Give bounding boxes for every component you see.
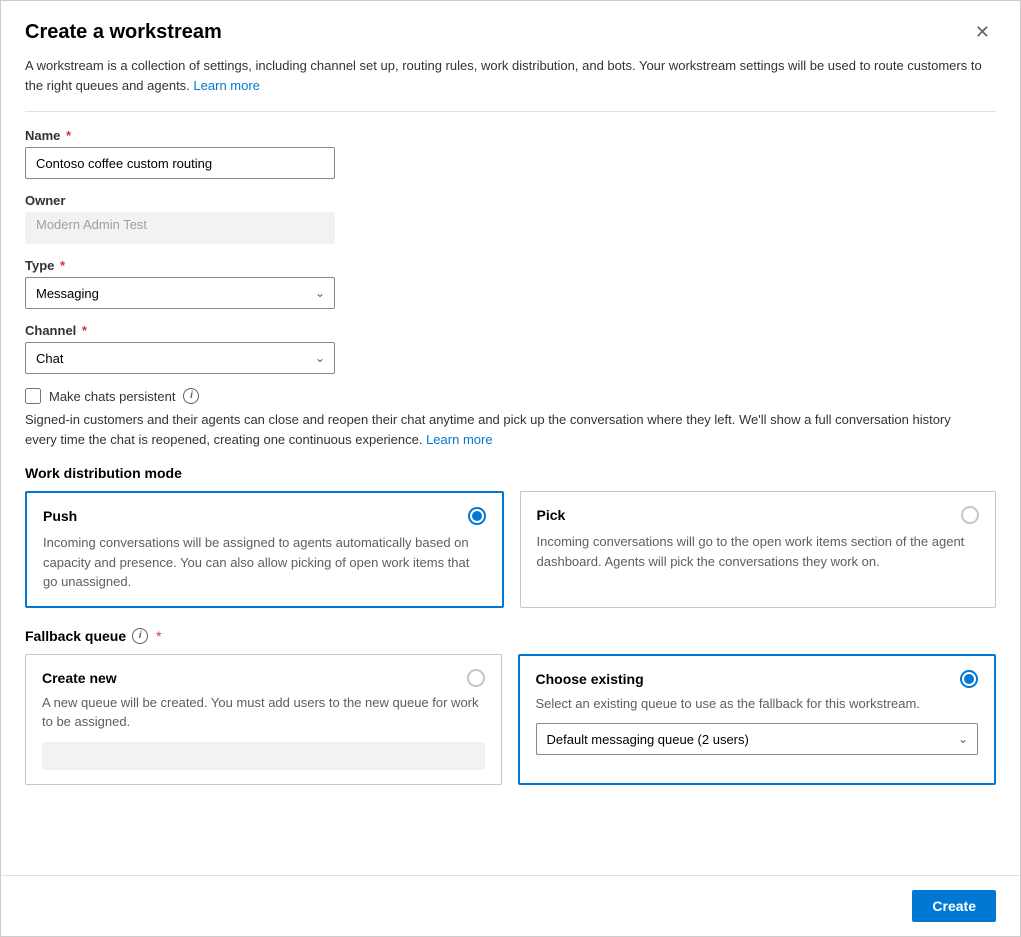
owner-field-group: Owner Modern Admin Test bbox=[25, 193, 996, 244]
dialog-title: Create a workstream bbox=[25, 21, 222, 44]
push-card-title: Push bbox=[43, 508, 77, 524]
owner-value: Modern Admin Test bbox=[25, 212, 335, 244]
work-distribution-title: Work distribution mode bbox=[25, 465, 996, 481]
type-field-group: Type * Messaging Voice Chat ⌄ bbox=[25, 258, 996, 309]
make-chats-persistent-info-icon: i bbox=[183, 388, 199, 404]
create-new-radio-button[interactable] bbox=[467, 669, 485, 687]
push-radio-button[interactable] bbox=[468, 507, 486, 525]
make-chats-persistent-checkbox[interactable] bbox=[25, 388, 41, 404]
dialog-header: Create a workstream ✕ bbox=[25, 21, 996, 44]
pick-card-description: Incoming conversations will go to the op… bbox=[537, 532, 980, 571]
create-new-card-description: A new queue will be created. You must ad… bbox=[42, 693, 485, 732]
choose-existing-radio-button[interactable] bbox=[960, 670, 978, 688]
fallback-queue-cards: Create new A new queue will be created. … bbox=[25, 654, 996, 785]
choose-existing-card-header: Choose existing bbox=[536, 670, 979, 688]
fallback-queue-info-icon: i bbox=[132, 628, 148, 644]
push-card[interactable]: Push Incoming conversations will be assi… bbox=[25, 491, 504, 608]
create-workstream-dialog: Create a workstream ✕ A workstream is a … bbox=[0, 0, 1021, 937]
pick-card-header: Pick bbox=[537, 506, 980, 524]
owner-label: Owner bbox=[25, 193, 996, 208]
pick-card[interactable]: Pick Incoming conversations will go to t… bbox=[520, 491, 997, 608]
push-card-description: Incoming conversations will be assigned … bbox=[43, 533, 486, 592]
type-select[interactable]: Messaging Voice Chat bbox=[25, 277, 335, 309]
type-select-wrapper: Messaging Voice Chat ⌄ bbox=[25, 277, 335, 309]
fallback-queue-title: Fallback queue bbox=[25, 628, 126, 644]
create-new-card[interactable]: Create new A new queue will be created. … bbox=[25, 654, 502, 785]
channel-select[interactable]: Chat Email SMS Social Voice bbox=[25, 342, 335, 374]
description-learn-more-link[interactable]: Learn more bbox=[193, 78, 259, 93]
queue-dropdown-wrapper: Default messaging queue (2 users) ⌄ bbox=[536, 723, 979, 755]
make-chats-persistent-label: Make chats persistent bbox=[49, 389, 175, 404]
pick-radio-button[interactable] bbox=[961, 506, 979, 524]
channel-field-group: Channel * Chat Email SMS Social Voice ⌄ bbox=[25, 323, 996, 374]
header-divider bbox=[25, 111, 996, 112]
fallback-queue-title-row: Fallback queue i * bbox=[25, 628, 996, 644]
create-new-card-title: Create new bbox=[42, 670, 117, 686]
queue-select[interactable]: Default messaging queue (2 users) bbox=[536, 723, 979, 755]
create-new-card-header: Create new bbox=[42, 669, 485, 687]
create-new-input bbox=[42, 742, 485, 770]
type-label: Type * bbox=[25, 258, 996, 273]
work-distribution-cards: Push Incoming conversations will be assi… bbox=[25, 491, 996, 608]
choose-existing-card-description: Select an existing queue to use as the f… bbox=[536, 694, 979, 714]
channel-label: Channel * bbox=[25, 323, 996, 338]
choose-existing-card[interactable]: Choose existing Select an existing queue… bbox=[518, 654, 997, 785]
close-button[interactable]: ✕ bbox=[969, 21, 996, 43]
dialog-footer: Create bbox=[1, 875, 1020, 936]
name-input[interactable] bbox=[25, 147, 335, 179]
channel-select-wrapper: Chat Email SMS Social Voice ⌄ bbox=[25, 342, 335, 374]
choose-existing-card-title: Choose existing bbox=[536, 671, 644, 687]
push-card-header: Push bbox=[43, 507, 486, 525]
persistent-description: Signed-in customers and their agents can… bbox=[25, 410, 985, 449]
dialog-description: A workstream is a collection of settings… bbox=[25, 56, 996, 95]
name-label: Name * bbox=[25, 128, 996, 143]
name-field-group: Name * bbox=[25, 128, 996, 179]
pick-card-title: Pick bbox=[537, 507, 566, 523]
persistent-learn-more-link[interactable]: Learn more bbox=[426, 432, 492, 447]
create-button[interactable]: Create bbox=[912, 890, 996, 922]
make-chats-persistent-row: Make chats persistent i bbox=[25, 388, 996, 404]
